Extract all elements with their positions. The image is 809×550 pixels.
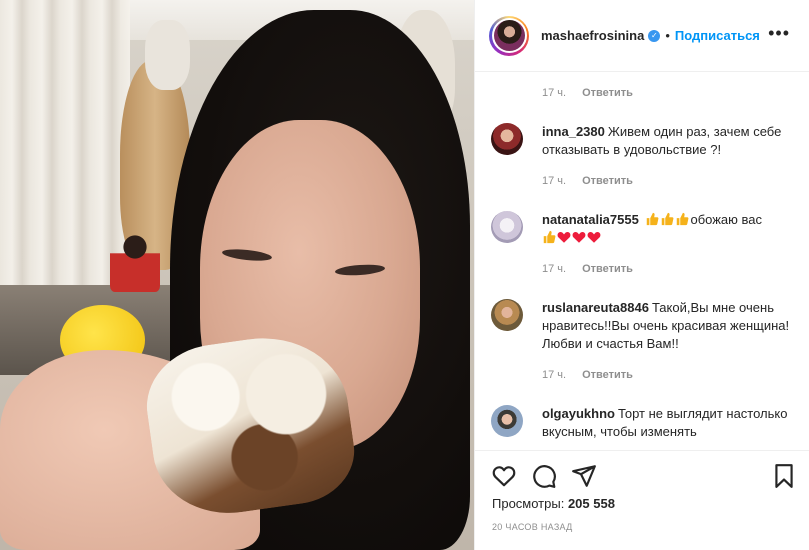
reply-button[interactable]: Ответить (582, 175, 633, 187)
caption-meta: 17 ч. Ответить (542, 87, 633, 99)
heart-icon (557, 232, 571, 243)
comment-item: olgayukhno Торт не выглядит настолько вку… (491, 405, 796, 441)
reply-button[interactable]: Ответить (582, 369, 633, 381)
commenter-avatar[interactable] (491, 211, 523, 243)
avatar-inner (491, 18, 527, 53)
comment-time[interactable]: 17 ч. (542, 369, 566, 381)
comment-body: olgayukhno Торт не выглядит настолько вку… (542, 405, 796, 441)
post-actions: Просмотры: 205 558 20 часов назад (475, 450, 809, 550)
thumbs-up-icon (543, 230, 556, 244)
comment-icon[interactable] (531, 463, 557, 489)
commenter-avatar[interactable] (491, 299, 523, 331)
comment-meta: 17 ч. Ответить (542, 263, 633, 275)
views-label: Просмотры: (492, 496, 565, 511)
thumbs-up-icon (662, 212, 674, 226)
author-username[interactable]: mashaefrosinina (541, 28, 644, 43)
views-number: 205 558 (567, 496, 615, 511)
comments-list[interactable]: 17 ч. Ответить inna_2380 Живем один раз, … (475, 72, 809, 450)
heart-icon (587, 232, 601, 243)
more-options-icon[interactable]: ••• (768, 24, 790, 42)
comment-item: inna_2380 Живем один раз, зачем себе отка… (491, 123, 796, 159)
author-avatar[interactable] (489, 15, 529, 56)
comment-meta: 17 ч. Ответить (542, 369, 633, 381)
thumbs-up-icon (677, 212, 689, 226)
comment-body: inna_2380 Живем один раз, зачем себе отка… (542, 123, 796, 159)
follow-button[interactable]: Подписаться (675, 28, 760, 43)
comment-time[interactable]: 17 ч. (542, 175, 566, 187)
thumbs-up-icon (647, 212, 659, 226)
post-side-panel: mashaefrosinina ✓ • Подписаться ••• 17 ч… (474, 0, 809, 550)
background-person (110, 232, 160, 292)
post-header: mashaefrosinina ✓ • Подписаться ••• (475, 0, 809, 72)
header-separator: • (665, 28, 670, 43)
commenter-username[interactable]: natanatalia7555 (542, 212, 639, 227)
reply-button[interactable]: Ответить (582, 87, 633, 99)
post-video[interactable] (0, 0, 474, 550)
reply-button[interactable]: Ответить (582, 263, 633, 275)
comment-item: ruslanareuta8846 Такой,Вы мне очень нрави… (491, 299, 796, 353)
commenter-avatar[interactable] (491, 123, 523, 155)
comment-meta: 17 ч. Ответить (542, 175, 633, 187)
views-count[interactable]: Просмотры: 205 558 (492, 496, 615, 511)
commenter-username[interactable]: inna_2380 (542, 124, 605, 139)
share-direct-icon[interactable] (571, 463, 597, 489)
commenter-username[interactable]: olgayukhno (542, 406, 615, 421)
commenter-avatar[interactable] (491, 405, 523, 437)
comment-time[interactable]: 17 ч. (542, 263, 566, 275)
comment-text: обожаю вас (690, 212, 763, 227)
comment-item: natanatalia7555 обожаю вас (491, 211, 796, 247)
like-heart-icon[interactable] (491, 463, 517, 489)
comment-body: natanatalia7555 обожаю вас (542, 211, 762, 247)
background-mannequin-head (145, 20, 190, 90)
verified-badge-icon: ✓ (648, 29, 661, 42)
commenter-username[interactable]: ruslanareuta8846 (542, 300, 649, 315)
avatar-picture (493, 20, 525, 51)
heart-icon (572, 232, 586, 243)
comment-body: ruslanareuta8846 Такой,Вы мне очень нрави… (542, 299, 796, 353)
post-timestamp[interactable]: 20 часов назад (492, 522, 573, 532)
save-bookmark-icon[interactable] (771, 463, 797, 489)
comment-time[interactable]: 17 ч. (542, 87, 566, 99)
